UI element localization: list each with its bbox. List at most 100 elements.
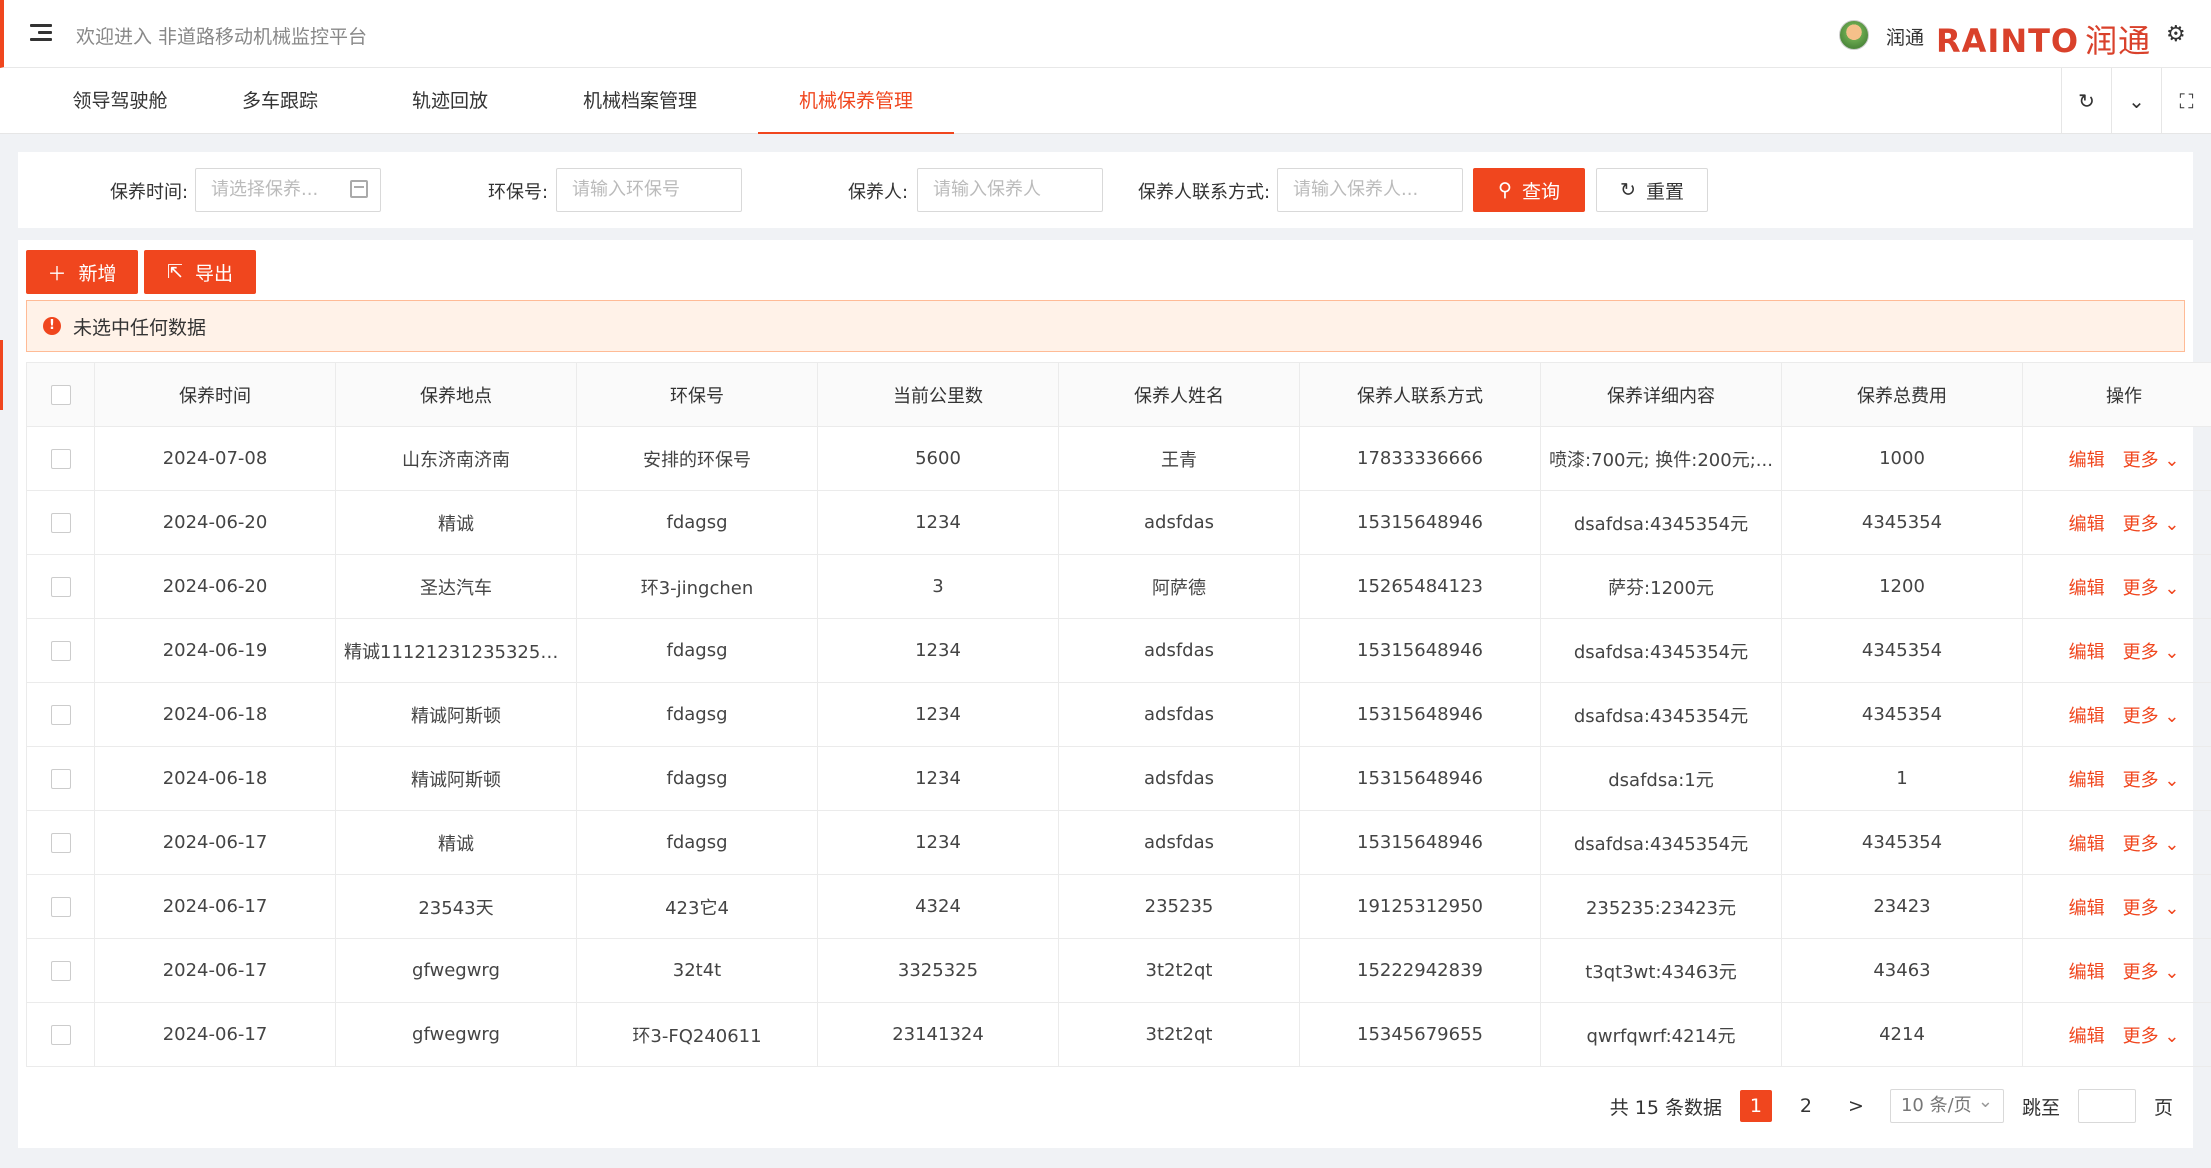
edit-button[interactable]: 编辑 — [2069, 898, 2105, 919]
jump-input[interactable] — [2077, 1089, 2136, 1123]
edit-button[interactable]: 编辑 — [2069, 706, 2105, 727]
row-checkbox[interactable] — [50, 897, 71, 917]
table-row[interactable]: 2024-07-08 山东济南济南 安排的环保号 5600 王青 17833336666 喷… — [26, 426, 2211, 491]
table-cell: adsfdas — [1058, 746, 1300, 811]
menu-toggle-icon[interactable] — [30, 24, 52, 44]
contact-input[interactable]: 请输入保养人... — [1277, 168, 1463, 212]
edit-button[interactable]: 编辑 — [2069, 578, 2105, 599]
chevron-down-icon[interactable]: ⌄ — [2111, 68, 2161, 134]
table-cell: 3325325 — [817, 938, 1059, 1003]
table-cell: 2024-07-08 — [94, 426, 336, 491]
more-button[interactable]: 更多 ⌄ — [2123, 706, 2180, 727]
edit-button[interactable]: 编辑 — [2069, 962, 2105, 983]
table-cell: 15315648946 — [1299, 490, 1541, 555]
more-button[interactable]: 更多 ⌄ — [2123, 834, 2180, 855]
table-row[interactable]: 2024-06-18 精诚阿斯顿 fdagsg 1234 adsfdas 15315648… — [26, 682, 2211, 747]
search-button[interactable]: ⚲ 查询 — [1473, 168, 1585, 212]
edit-button[interactable]: 编辑 — [2069, 642, 2105, 663]
more-button[interactable]: 更多 ⌄ — [2123, 962, 2180, 983]
more-label: 更多 — [2122, 833, 2159, 855]
page-1[interactable]: 1 — [1739, 1090, 1772, 1122]
more-button[interactable]: 更多 ⌄ — [2123, 578, 2180, 599]
person-label: 保养人: — [848, 182, 909, 203]
row-checkbox[interactable] — [50, 705, 71, 725]
more-button[interactable]: 更多 ⌄ — [2123, 1026, 2180, 1047]
more-button[interactable]: 更多 ⌄ — [2123, 514, 2180, 535]
row-checkbox[interactable] — [50, 449, 71, 469]
row-select-cell[interactable] — [26, 938, 95, 1003]
table-row[interactable]: 2024-06-19 精诚11121231235325235 fdagsg 1234 a… — [26, 618, 2211, 683]
table-cell: 15222942839 — [1299, 938, 1541, 1003]
row-select-cell[interactable] — [26, 746, 95, 811]
table-cell: 王青 — [1058, 426, 1300, 491]
row-checkbox[interactable] — [50, 769, 71, 789]
table-row[interactable]: 2024-06-18 精诚阿斯顿 fdagsg 1234 adsfdas 15315648… — [26, 746, 2211, 811]
select-all-checkbox[interactable] — [50, 385, 71, 405]
tab-machine-archive[interactable]: 机械档案管理 — [560, 68, 720, 134]
reset-button[interactable]: ↻ 重置 — [1596, 168, 1708, 212]
table-row[interactable]: 2024-06-17 gfwegwrg 32t4t 3325325 3t2t2qt 152… — [26, 938, 2211, 1003]
table-cell: adsfdas — [1058, 682, 1300, 747]
select-all-cell[interactable] — [26, 362, 95, 427]
table-cell: 4345354 — [1781, 490, 2023, 555]
chevron-down-icon: ⌄ — [2158, 641, 2180, 663]
row-checkbox[interactable] — [50, 961, 71, 981]
page-2[interactable]: 2 — [1790, 1090, 1822, 1122]
more-button[interactable]: 更多 ⌄ — [2123, 450, 2180, 471]
row-select-cell[interactable] — [26, 554, 95, 619]
table-cell: gfwegwrg — [335, 1002, 577, 1067]
refresh-icon[interactable]: ↻ — [2061, 68, 2111, 134]
edit-button[interactable]: 编辑 — [2069, 1026, 2105, 1047]
next-page-icon[interactable]: > — [1840, 1090, 1872, 1122]
more-button[interactable]: 更多 ⌄ — [2123, 642, 2180, 663]
add-button-label: 新增 — [78, 262, 117, 285]
table-row[interactable]: 2024-06-20 圣达汽车 环3-jingchen 3 阿萨德 15265484123… — [26, 554, 2211, 619]
row-select-cell[interactable] — [26, 810, 95, 875]
selection-alert: ! 未选中任何数据 — [26, 300, 2185, 352]
avatar[interactable] — [1839, 20, 1869, 50]
row-select-cell[interactable] — [26, 490, 95, 555]
tab-machine-maintenance[interactable]: 机械保养管理 — [758, 68, 954, 134]
person-input[interactable]: 请输入保养人 — [917, 168, 1103, 212]
date-picker[interactable]: 请选择保养... — [195, 168, 381, 212]
env-number-input[interactable]: 请输入环保号 — [556, 168, 742, 212]
more-label: 更多 — [2122, 1025, 2159, 1047]
add-button[interactable]: ＋ 新增 — [26, 250, 138, 294]
edit-button[interactable]: 编辑 — [2069, 450, 2105, 471]
chevron-down-icon: ⌄ — [2158, 449, 2180, 471]
fullscreen-icon[interactable]: ⛶ — [2161, 68, 2211, 134]
table-cell: 1234 — [817, 746, 1059, 811]
row-select-cell[interactable] — [26, 426, 95, 491]
export-button[interactable]: ⇱ 导出 — [144, 250, 256, 294]
row-checkbox[interactable] — [50, 833, 71, 853]
page-size-select[interactable]: 10 条/页 — [1889, 1086, 2004, 1123]
table-cell: 2024-06-17 — [94, 1002, 336, 1067]
row-checkbox[interactable] — [50, 513, 71, 533]
row-checkbox[interactable] — [50, 641, 71, 661]
username[interactable]: 润通 — [1886, 23, 1924, 50]
more-button[interactable]: 更多 ⌄ — [2123, 770, 2180, 791]
table-cell: 1000 — [1781, 426, 2023, 491]
row-select-cell[interactable] — [26, 1002, 95, 1067]
column-header: 当前公里数 — [817, 362, 1059, 427]
tab-track-playback[interactable]: 轨迹回放 — [380, 68, 520, 134]
more-button[interactable]: 更多 ⌄ — [2123, 898, 2180, 919]
export-button-label: 导出 — [194, 262, 233, 285]
table-row[interactable]: 2024-06-17 gfwegwrg 环3-FQ240611 23141324 3t2… — [26, 1002, 2211, 1067]
tab-leader-cockpit[interactable]: 领导驾驶舱 — [50, 68, 190, 134]
row-select-cell[interactable] — [26, 682, 95, 747]
row-checkbox[interactable] — [50, 577, 71, 597]
edit-button[interactable]: 编辑 — [2069, 770, 2105, 791]
gear-icon[interactable]: ⚙ — [2166, 24, 2188, 46]
tab-multi-vehicle-tracking[interactable]: 多车跟踪 — [210, 68, 350, 134]
table-row[interactable]: 2024-06-17 23543天 423它4 4324 235235 191253129… — [26, 874, 2211, 939]
row-select-cell[interactable] — [26, 874, 95, 939]
row-select-cell[interactable] — [26, 618, 95, 683]
table-row[interactable]: 2024-06-17 精诚 fdagsg 1234 adsfdas 15315648946… — [26, 810, 2211, 875]
row-checkbox[interactable] — [50, 1025, 71, 1045]
brand-logo: RAINTO 润通 — [1936, 16, 2151, 62]
edit-button[interactable]: 编辑 — [2069, 834, 2105, 855]
table-row[interactable]: 2024-06-20 精诚 fdagsg 1234 adsfdas 15315648946… — [26, 490, 2211, 555]
edit-button[interactable]: 编辑 — [2069, 514, 2105, 535]
table-cell: 萨芬:1200元 — [1540, 554, 1782, 619]
